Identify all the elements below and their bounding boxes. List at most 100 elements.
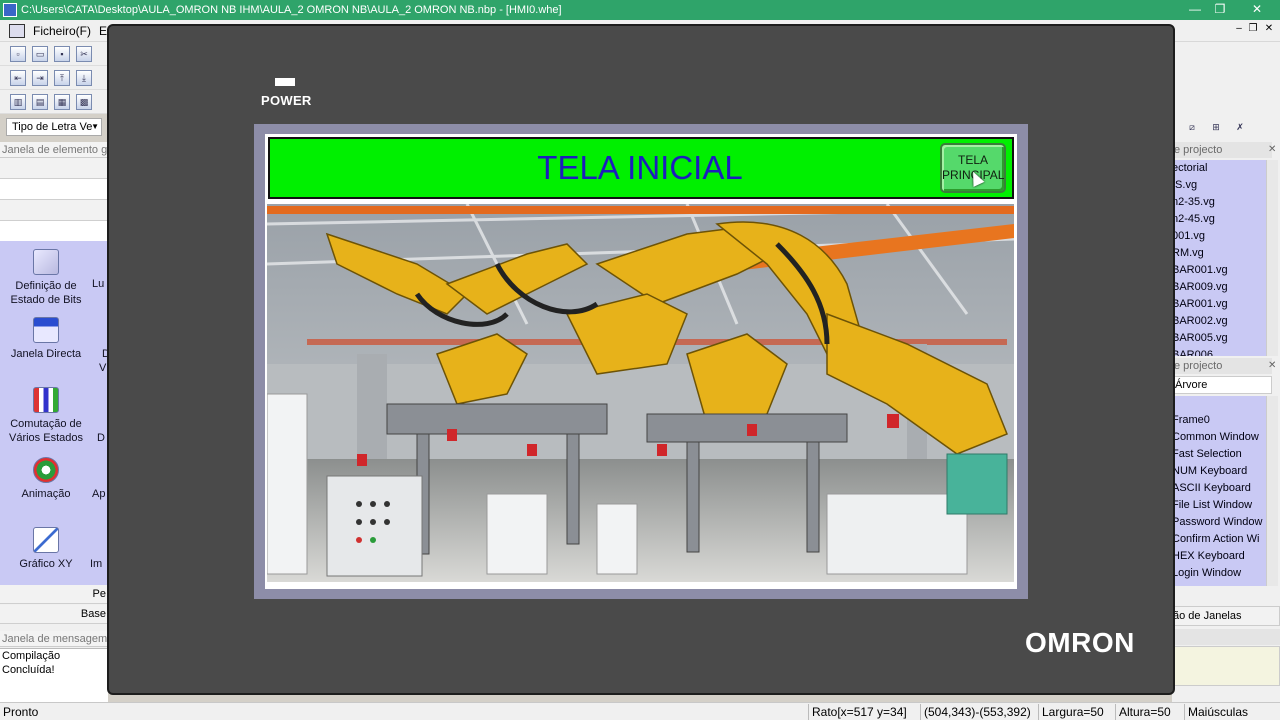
close-icon[interactable]: ✕ xyxy=(1268,360,1276,371)
list-item[interactable]: BAR006 xyxy=(1172,347,1266,356)
message-panel-title: Janela de mensagem xyxy=(0,631,108,647)
toolbar-file: ▫ ▭ ▪ ✂ xyxy=(0,42,110,66)
message-panel: Compilação Concluída! xyxy=(0,648,108,702)
toolbar-size: ▥ ▤ ▦ ▩ xyxy=(0,90,110,114)
category-button[interactable]: Base xyxy=(0,605,108,624)
tree-item[interactable]: ASCII Keyboard xyxy=(1172,480,1266,497)
document-icon xyxy=(9,23,25,38)
tool-label-partial[interactable]: Im xyxy=(90,558,102,570)
multi-state-icon xyxy=(33,387,59,413)
element-category-tab[interactable] xyxy=(0,158,108,179)
grid-icon[interactable]: ▩ xyxy=(76,93,92,110)
align-top-icon[interactable]: ⤒ xyxy=(54,69,70,86)
window-management-button[interactable]: ão de Janelas xyxy=(1172,606,1280,626)
list-item[interactable]: IS.vg xyxy=(1172,177,1266,194)
font-select[interactable]: Tipo de Letra Ve ▼ xyxy=(6,118,102,136)
tool-label-partial[interactable]: D xyxy=(97,432,105,444)
app-icon xyxy=(3,3,17,17)
robot-factory-image[interactable] xyxy=(267,204,1014,582)
pattern-icon[interactable]: ⧄ xyxy=(1184,120,1200,136)
tree-item[interactable]: Confirm Action Wi xyxy=(1172,531,1266,548)
power-label: POWER xyxy=(261,93,312,108)
status-mouse: Rato[x=517 y=34] xyxy=(808,704,907,720)
align-bottom-icon[interactable]: ⤓ xyxy=(76,69,92,86)
restore-icon[interactable]: ❐ xyxy=(1205,0,1235,18)
open-icon[interactable]: ▭ xyxy=(32,45,48,62)
xy-graph-icon xyxy=(33,527,59,553)
tool-multi-state[interactable]: Comutação de Vários Estados xyxy=(0,387,92,445)
compile-message: Compilação Concluída! xyxy=(2,650,61,676)
save-icon[interactable]: ▪ xyxy=(54,45,70,62)
library-scrollbar[interactable] xyxy=(1266,160,1278,356)
element-panel-title: Janela de elemento g xyxy=(0,142,108,158)
grid-icon[interactable]: ⊞ xyxy=(1208,120,1224,136)
tree-item[interactable]: NUM Keyboard xyxy=(1172,463,1266,480)
align-left-icon[interactable]: ⇤ xyxy=(10,69,26,86)
close-icon[interactable]: ✕ xyxy=(1268,144,1276,155)
list-item[interactable]: BAR005.vg xyxy=(1172,330,1266,347)
element-category-tab[interactable] xyxy=(0,200,108,221)
close-icon[interactable]: ✕ xyxy=(1242,0,1272,18)
cut-icon[interactable]: ✂ xyxy=(76,45,92,62)
list-item[interactable]: BAR001.vg xyxy=(1172,296,1266,313)
list-item[interactable]: BAR002.vg xyxy=(1172,313,1266,330)
power-led xyxy=(275,78,295,86)
tree-item[interactable]: Common Window xyxy=(1172,429,1266,446)
output-panel-header xyxy=(1172,629,1280,645)
project-panel: ⧄ ⊞ ✗ e projecto ✕ ectorial IS.vg n2-35.… xyxy=(1172,42,1280,702)
element-panel: Janela de elemento g Definição de Estado… xyxy=(0,142,110,702)
mdi-minimize-icon[interactable]: – xyxy=(1232,22,1246,36)
list-item[interactable]: n2-35.vg xyxy=(1172,194,1266,211)
window-titlebar: C:\Users\CATA\Desktop\AULA_OMRON NB IHM\… xyxy=(0,0,1280,20)
tree-tab[interactable]: Árvore xyxy=(1172,376,1272,394)
list-item[interactable]: BAR009.vg xyxy=(1172,279,1266,296)
tree-item[interactable]: Fast Selection xyxy=(1172,446,1266,463)
tree-item[interactable]: File List Window xyxy=(1172,497,1266,514)
tool-direct-window[interactable]: Janela Directa xyxy=(0,317,92,361)
new-icon[interactable]: ▫ xyxy=(10,45,26,62)
same-height-icon[interactable]: ▤ xyxy=(32,93,48,110)
menu-file[interactable]: Ficheiro(F) xyxy=(33,24,91,38)
screen-title: TELA INICIAL xyxy=(537,149,743,186)
list-item[interactable]: RM.vg xyxy=(1172,245,1266,262)
element-tools-list: Definição de Estado de Bits Janela Direc… xyxy=(0,241,110,585)
tool-animation[interactable]: Animação xyxy=(0,457,92,501)
tool-label-partial[interactable]: Lu xyxy=(92,278,104,290)
hmi-screen[interactable]: TELA INICIAL TELA PRINCIPAL xyxy=(265,134,1017,589)
tool-label-partial[interactable]: Ap xyxy=(92,488,105,500)
project-tree-scrollbar[interactable] xyxy=(1266,396,1278,586)
library-panel-title: e projecto xyxy=(1172,142,1272,158)
animation-icon xyxy=(33,457,59,483)
tool-bit-state[interactable]: Definição de Estado de Bits xyxy=(0,249,92,307)
list-item[interactable]: 001.vg xyxy=(1172,228,1266,245)
list-item[interactable]: ectorial xyxy=(1172,160,1266,177)
tree-item[interactable]: Frame0 xyxy=(1172,412,1266,429)
element-category-tab[interactable] xyxy=(0,221,108,242)
element-category-tab[interactable] xyxy=(0,179,108,200)
category-button[interactable]: Pe xyxy=(0,585,108,604)
project-panel-title: e projecto xyxy=(1172,358,1272,374)
project-tree-list: Frame0 Common Window Fast Selection NUM … xyxy=(1172,396,1266,586)
tool-xy-graph[interactable]: Gráfico XY xyxy=(0,527,92,571)
status-width: Largura=50 xyxy=(1038,704,1104,720)
tree-item[interactable]: Login Window xyxy=(1172,565,1266,582)
window-title: C:\Users\CATA\Desktop\AULA_OMRON NB IHM\… xyxy=(21,4,562,16)
same-size-icon[interactable]: ▦ xyxy=(54,93,70,110)
tool-icon[interactable]: ✗ xyxy=(1232,120,1248,136)
library-list: ectorial IS.vg n2-35.vg n2-45.vg 001.vg … xyxy=(1172,160,1266,356)
mdi-restore-icon[interactable]: ❐ xyxy=(1246,22,1260,36)
hmi-screen-frame: TELA INICIAL TELA PRINCIPAL xyxy=(254,124,1028,599)
mdi-close-icon[interactable]: ✕ xyxy=(1262,22,1276,36)
tree-item[interactable]: Password Window xyxy=(1172,514,1266,531)
same-width-icon[interactable]: ▥ xyxy=(10,93,26,110)
output-panel xyxy=(1172,646,1280,686)
list-item[interactable]: n2-45.vg xyxy=(1172,211,1266,228)
robot-factory-illustration xyxy=(267,204,1014,582)
tool-label-partial[interactable]: V xyxy=(99,362,106,374)
align-right-icon[interactable]: ⇥ xyxy=(32,69,48,86)
menu-edit[interactable]: E xyxy=(99,24,107,38)
header-bar[interactable]: TELA INICIAL TELA PRINCIPAL xyxy=(268,137,1014,199)
list-item[interactable]: BAR001.vg xyxy=(1172,262,1266,279)
toolbar-align: ⇤ ⇥ ⤒ ⤓ xyxy=(0,66,110,90)
tree-item[interactable]: HEX Keyboard xyxy=(1172,548,1266,565)
